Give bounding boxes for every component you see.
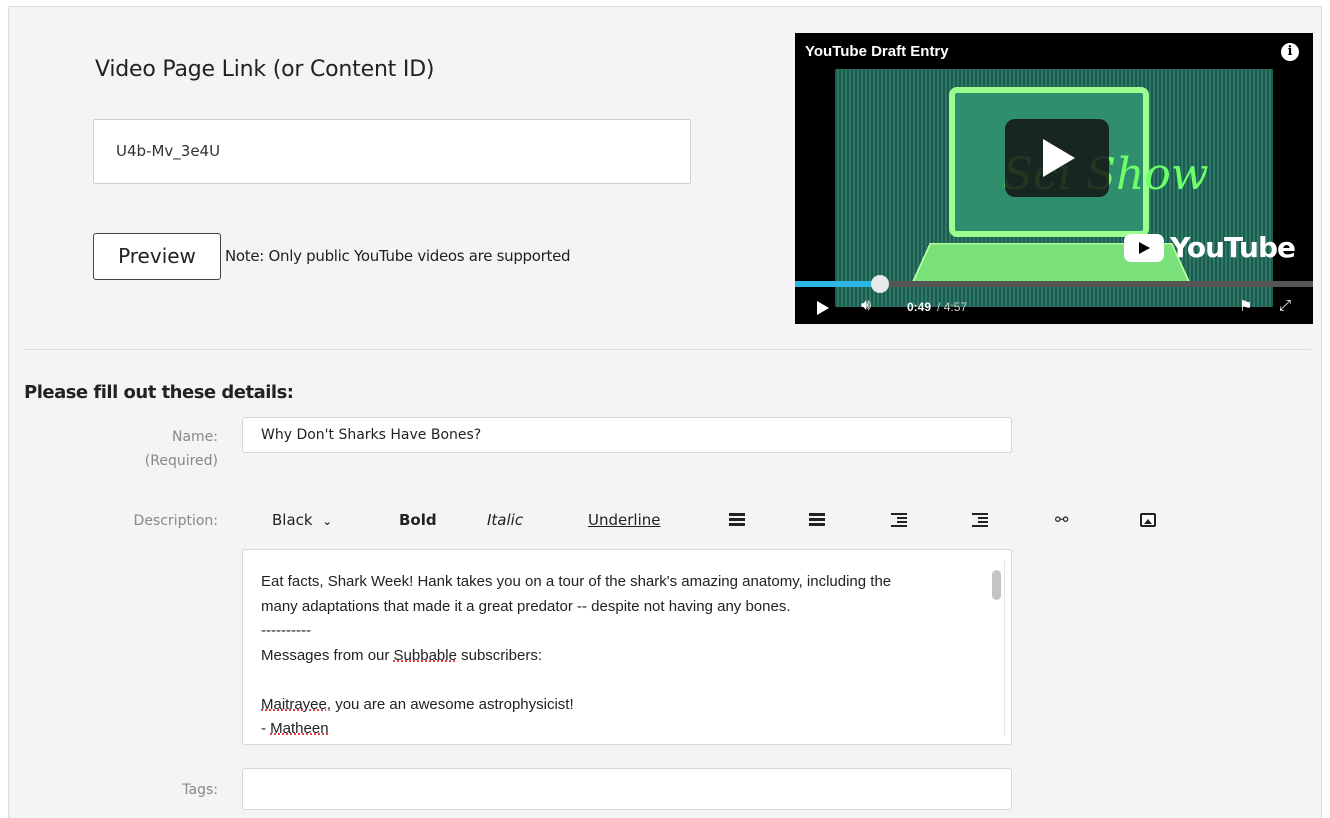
section-divider (23, 349, 1311, 350)
description-editor[interactable]: Eat facts, Shark Week! Hank takes you on… (242, 549, 1012, 745)
duration: / 4:57 (937, 300, 968, 314)
bold-button[interactable]: Bold (399, 508, 437, 532)
chevron-down-icon: ⌄ (322, 515, 332, 528)
color-dropdown[interactable]: Black ⌄ (272, 508, 332, 534)
name-input[interactable]: Why Don't Sharks Have Bones? (242, 417, 1012, 453)
misspelled-word: Subbable (393, 646, 457, 664)
time-display: 0:49 / 4:57 (907, 300, 967, 314)
description-line: Maitrayee, you are an awesome astrophysi… (261, 693, 983, 718)
editor-toolbar: Black ⌄ Bold Italic Underline ⚯ (242, 508, 1172, 532)
name-label: Name: (171, 429, 218, 445)
progress-fill (795, 281, 881, 287)
youtube-logo[interactable]: YouTube (1124, 231, 1296, 264)
video-player[interactable]: Sci Show YouTube Draft Entry i YouTube 🔊… (795, 33, 1313, 324)
video-link-title: Video Page Link (or Content ID) (95, 57, 435, 82)
youtube-wordmark: YouTube (1170, 231, 1296, 264)
volume-icon[interactable]: 🔊︎ (861, 297, 871, 315)
name-required-label: (Required) (144, 453, 218, 469)
text-span: Messages from our (261, 646, 394, 664)
description-line: many adaptations that made it a great pr… (261, 597, 791, 615)
indent-icon[interactable] (972, 513, 988, 527)
tags-input[interactable] (242, 768, 1012, 810)
details-heading: Please fill out these details: (24, 382, 294, 403)
text-span: subscribers: (456, 646, 542, 664)
player-title[interactable]: YouTube Draft Entry (805, 43, 949, 60)
misspelled-word: Maitrayee (261, 695, 327, 713)
description-line: ---------- (261, 622, 311, 639)
fullscreen-icon[interactable]: ⤢ (1279, 297, 1291, 314)
description-label: Description: (133, 513, 218, 529)
italic-button[interactable]: Italic (487, 508, 523, 532)
color-dropdown-label: Black (272, 511, 313, 529)
description-line: - Matheen (261, 717, 983, 742)
current-time: 0:49 (907, 300, 932, 314)
description-blank-line (261, 668, 983, 693)
play-icon[interactable] (817, 301, 829, 315)
player-controls: 🔊︎ 0:49 / 4:57 ⚑ ⤢ (795, 291, 1313, 324)
numbered-list-icon[interactable] (809, 513, 825, 527)
progress-bar[interactable] (795, 275, 1313, 293)
public-videos-note: Note: Only public YouTube videos are sup… (225, 247, 571, 265)
description-text[interactable]: Eat facts, Shark Week! Hank takes you on… (261, 570, 983, 742)
outdent-icon[interactable] (891, 513, 907, 527)
tags-label: Tags: (182, 782, 218, 798)
bulleted-list-icon[interactable] (729, 513, 745, 527)
video-link-input[interactable]: U4b-Mv_3e4U (93, 119, 691, 184)
image-icon[interactable] (1140, 513, 1156, 527)
text-span: - (261, 720, 271, 737)
misspelled-word: Matheen (270, 720, 329, 737)
description-line: Messages from our Subbable subscribers: (261, 644, 983, 669)
scrollbar-thumb[interactable] (992, 570, 1001, 600)
flag-icon[interactable]: ⚑ (1239, 297, 1252, 315)
underline-button[interactable]: Underline (588, 508, 660, 532)
text-span: , you are an awesome astrophysicist! (326, 695, 574, 713)
youtube-play-icon (1124, 233, 1165, 262)
scrollbar-track[interactable] (1004, 560, 1005, 736)
preview-button[interactable]: Preview (93, 233, 221, 280)
description-line: Eat facts, Shark Week! Hank takes you on… (261, 573, 892, 590)
info-icon[interactable]: i (1281, 43, 1299, 61)
big-play-button[interactable] (1005, 119, 1109, 197)
link-icon[interactable]: ⚯ (1055, 510, 1068, 530)
